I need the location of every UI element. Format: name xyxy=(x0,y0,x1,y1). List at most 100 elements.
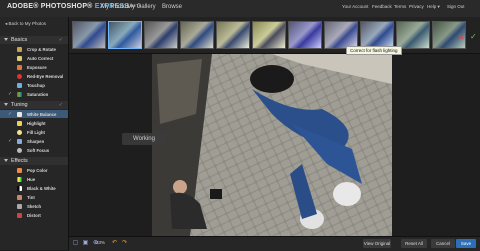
section-label: Basics xyxy=(11,37,28,43)
preset-thumbnail[interactable] xyxy=(288,21,322,49)
preset-thumbnail[interactable] xyxy=(324,21,358,49)
hue-icon xyxy=(17,176,22,182)
view-original-button[interactable]: View Original xyxy=(363,239,391,248)
saturation-icon xyxy=(17,91,22,97)
tool-saturation[interactable]: ✓ Saturation xyxy=(0,90,68,98)
tool-label: Black & White xyxy=(27,185,56,191)
tool-label: Fill Light xyxy=(27,129,45,135)
collapse-triangle-icon xyxy=(4,38,8,41)
bottom-toolbar: ▢ ▣ ⊕ 33% ↶ ↷ View Original Reset All Ca… xyxy=(69,236,480,251)
tool-sharpen[interactable]: ✓ Sharpen xyxy=(0,137,68,145)
section-effects[interactable]: Effects xyxy=(0,157,68,165)
checkmark-icon: ✓ xyxy=(58,37,63,43)
save-button[interactable]: Save xyxy=(456,239,476,248)
soft-focus-icon xyxy=(17,147,22,153)
exposure-icon xyxy=(17,64,22,70)
nav-my-gallery[interactable]: My Gallery xyxy=(127,4,156,10)
tool-label: Distort xyxy=(27,212,41,218)
preset-thumbnail[interactable] xyxy=(72,21,106,49)
tool-label: Saturation xyxy=(27,91,49,97)
tool-red-eye-removal[interactable]: Red-Eye Removal xyxy=(0,72,68,80)
nav-feedback[interactable]: Feedback xyxy=(372,4,392,9)
tool-label: Touchup xyxy=(27,82,45,88)
nav-your-account[interactable]: Your Account xyxy=(342,4,368,9)
tool-soft-focus[interactable]: Soft Focus xyxy=(0,146,68,154)
preset-filmstrip xyxy=(69,17,480,54)
tool-highlight[interactable]: Highlight xyxy=(0,119,68,127)
collapse-triangle-icon xyxy=(4,103,8,106)
tool-touchup[interactable]: Touchup xyxy=(0,81,68,89)
tool-exposure[interactable]: Exposure xyxy=(0,63,68,71)
tool-label: Crop & Rotate xyxy=(27,46,56,52)
preset-thumbnail[interactable] xyxy=(144,21,178,49)
tool-sketch[interactable]: Sketch xyxy=(0,202,68,210)
cancel-button[interactable]: Cancel xyxy=(431,239,455,248)
section-basics[interactable]: Basics ✓ xyxy=(0,36,68,44)
black-white-icon xyxy=(17,185,22,191)
top-bar: ADOBE® PHOTOSHOP® EXPRESSBETA My Photos … xyxy=(0,0,480,18)
back-to-my-photos-link[interactable]: ◂ Back to My Photos xyxy=(5,21,46,27)
preset-thumbnail[interactable] xyxy=(216,21,250,49)
nav-privacy[interactable]: Privacy xyxy=(409,4,424,9)
photo-preview xyxy=(152,54,392,236)
apply-check-icon[interactable]: ✓ xyxy=(470,32,477,41)
section-label: Effects xyxy=(11,158,28,164)
tool-label: Hue xyxy=(27,176,36,182)
tool-label: Soft Focus xyxy=(27,147,50,153)
highlight-icon xyxy=(17,120,22,126)
tool-black-white[interactable]: Black & White xyxy=(0,184,68,192)
preset-thumbnail[interactable] xyxy=(396,21,430,49)
tool-label: White Balance xyxy=(27,111,57,117)
brand-name: ADOBE® PHOTOSHOP® xyxy=(7,3,93,10)
nav-terms[interactable]: Terms xyxy=(394,4,406,9)
tools-panel: ◂ Back to My Photos Basics ✓ Crop & Rota… xyxy=(0,17,69,250)
white-balance-icon xyxy=(17,111,22,117)
cancel-x-icon[interactable]: ✕ xyxy=(458,33,465,42)
nav-browse[interactable]: Browse xyxy=(162,4,182,10)
actual-size-icon[interactable]: ▣ xyxy=(82,240,89,247)
sharpen-icon xyxy=(17,138,22,144)
pop-color-icon xyxy=(17,167,22,173)
tool-hue[interactable]: Hue xyxy=(0,175,68,183)
checkmark-icon: ✓ xyxy=(8,137,13,144)
preset-thumbnail[interactable] xyxy=(180,21,214,49)
tool-fill-light[interactable]: Fill Light xyxy=(0,128,68,136)
crop-icon xyxy=(17,46,22,52)
magic-wand-icon xyxy=(17,55,22,61)
tool-label: Sketch xyxy=(27,203,42,209)
checkmark-icon: ✓ xyxy=(8,90,13,97)
collapse-triangle-icon xyxy=(4,159,8,162)
tool-label: Sharpen xyxy=(27,138,45,144)
sketch-icon xyxy=(17,203,22,209)
checkmark-icon: ✓ xyxy=(8,110,13,117)
tool-white-balance[interactable]: ✓ White Balance xyxy=(0,110,68,118)
tool-label: Auto Correct xyxy=(27,55,54,61)
tool-label: Exposure xyxy=(27,64,47,70)
section-tuning[interactable]: Tuning ✓ xyxy=(0,101,68,109)
fill-light-icon xyxy=(17,129,22,135)
nav-help[interactable]: Help ▾ xyxy=(427,4,440,10)
preset-thumbnail[interactable] xyxy=(360,21,394,49)
tool-tint[interactable]: Tint xyxy=(0,193,68,201)
tool-label: Tint xyxy=(27,194,35,200)
tool-pop-color[interactable]: Pop Color xyxy=(0,166,68,174)
photo-image xyxy=(152,54,392,236)
section-label: Tuning xyxy=(11,102,28,108)
tool-auto-correct[interactable]: Auto Correct xyxy=(0,54,68,62)
working-indicator: Working xyxy=(122,133,166,145)
tint-icon xyxy=(17,194,22,200)
checkmark-icon: ✓ xyxy=(58,102,63,108)
tool-label: Pop Color xyxy=(27,167,48,173)
red-eye-icon xyxy=(17,73,22,79)
reset-all-button[interactable]: Reset All xyxy=(401,239,427,248)
distort-icon xyxy=(17,212,22,218)
nav-my-photos[interactable]: My Photos xyxy=(101,4,129,10)
fit-to-screen-icon[interactable]: ▢ xyxy=(72,240,79,247)
tool-crop-rotate[interactable]: Crop & Rotate xyxy=(0,45,68,53)
tool-distort[interactable]: Distort xyxy=(0,211,68,219)
redo-icon[interactable]: ↷ xyxy=(121,240,128,247)
preset-thumbnail[interactable] xyxy=(252,21,286,49)
nav-sign-out[interactable]: Sign Out xyxy=(447,4,465,9)
preset-thumbnail[interactable] xyxy=(108,21,142,49)
undo-icon[interactable]: ↶ xyxy=(111,240,118,247)
